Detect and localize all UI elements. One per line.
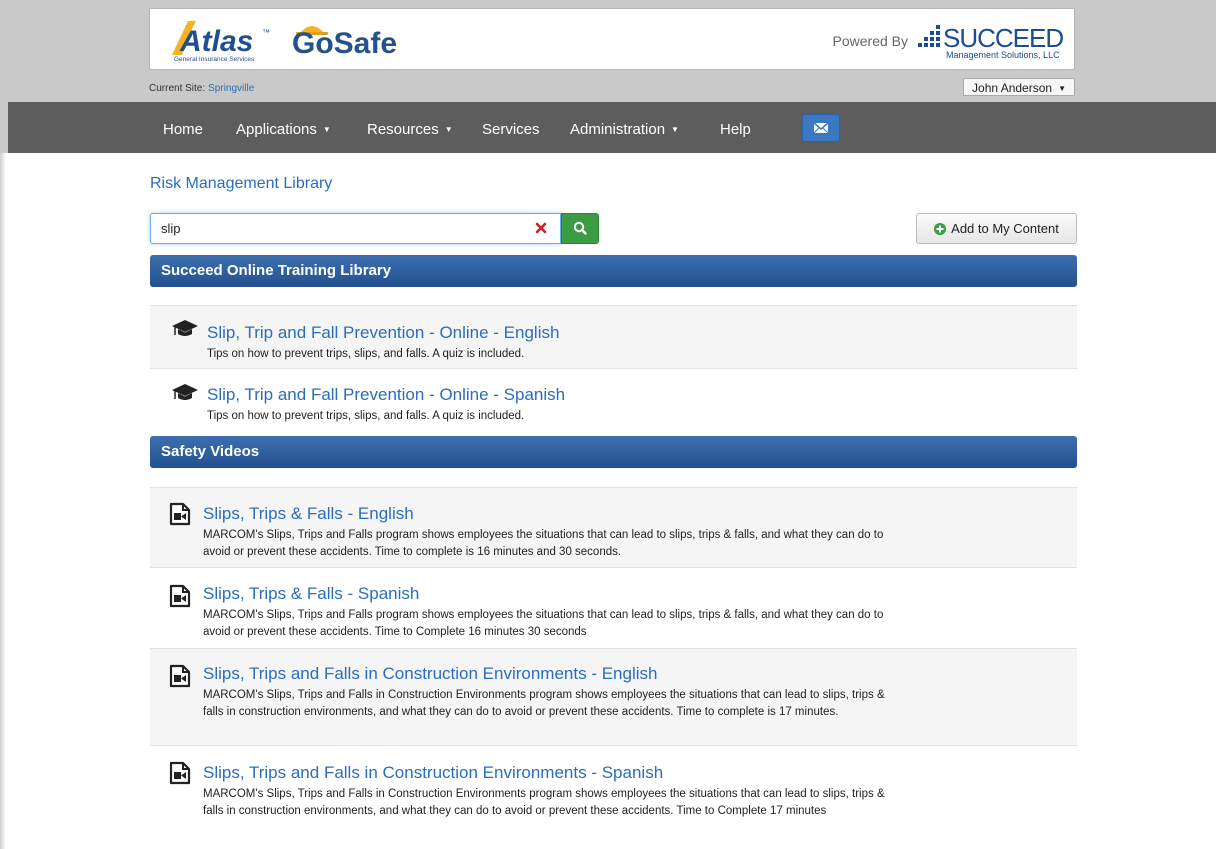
nav-services[interactable]: Services xyxy=(482,102,540,153)
page-title: Risk Management Library xyxy=(150,175,333,192)
graduation-cap-icon xyxy=(172,320,198,336)
result-description: MARCOM's Slips, Trips and Falls in Const… xyxy=(203,689,885,718)
list-item: Slips, Trips and Falls in Construction E… xyxy=(150,745,1077,849)
search-bar xyxy=(150,213,600,244)
list-item: Slip, Trip and Fall Prevention - Online … xyxy=(150,368,1077,431)
left-edge-shadow xyxy=(0,153,6,849)
atlas-logo-word: Atlas xyxy=(179,25,253,58)
list-item: Slip, Trip and Fall Prevention - Online … xyxy=(150,305,1077,368)
result-description: MARCOM's Slips, Trips and Falls program … xyxy=(203,609,884,638)
clear-search-icon[interactable] xyxy=(535,222,547,234)
user-name: John Anderson xyxy=(972,81,1053,95)
result-title-link[interactable]: Slips, Trips and Falls in Construction E… xyxy=(203,664,657,684)
nav-help[interactable]: Help xyxy=(720,102,751,153)
search-input[interactable] xyxy=(150,213,561,244)
result-title-link[interactable]: Slips, Trips and Falls in Construction E… xyxy=(203,763,663,783)
envelope-icon xyxy=(813,122,829,134)
result-description: MARCOM's Slips, Trips and Falls program … xyxy=(203,529,884,558)
search-icon xyxy=(573,221,587,235)
atlas-logo-subtitle: General Insurance Services xyxy=(174,56,255,63)
result-title-link[interactable]: Slips, Trips & Falls - Spanish xyxy=(203,584,419,604)
chevron-down-icon: ▼ xyxy=(322,125,331,134)
succeed-logo: SUCCEED Management Solutions, LLC xyxy=(918,23,1064,60)
video-file-icon xyxy=(169,584,191,608)
powered-by-block: Powered By SUCCEED Management Solutions,… xyxy=(833,21,1066,61)
header-logo-bar: Atlas ™ General Insurance Services GoSaf… xyxy=(149,8,1075,70)
chevron-down-icon: ▼ xyxy=(1058,84,1066,93)
gosafe-logo-word: GoSafe xyxy=(292,27,397,59)
video-file-icon xyxy=(169,664,191,688)
list-item: Slips, Trips & Falls - Spanish MARCOM's … xyxy=(150,567,1077,647)
mail-button[interactable] xyxy=(802,114,840,142)
result-title-link[interactable]: Slip, Trip and Fall Prevention - Online … xyxy=(207,385,565,405)
list-item: Slips, Trips and Falls in Construction E… xyxy=(150,648,1077,745)
result-title-link[interactable]: Slips, Trips & Falls - English xyxy=(203,504,414,524)
video-file-icon xyxy=(169,761,191,785)
nav-resources[interactable]: Resources ▼ xyxy=(367,102,453,153)
nav-home[interactable]: Home xyxy=(163,102,203,153)
add-to-my-content-button[interactable]: Add to My Content xyxy=(916,213,1077,244)
user-menu-button[interactable]: John Anderson ▼ xyxy=(963,78,1075,96)
gosafe-logo: GoSafe xyxy=(292,26,397,59)
section-header-online-training: Succeed Online Training Library xyxy=(150,255,1077,287)
succeed-dots-icon xyxy=(918,25,940,47)
atlas-logo[interactable]: Atlas ™ General Insurance Services xyxy=(170,17,270,63)
current-site-link[interactable]: Springville xyxy=(208,83,254,94)
result-description: Tips on how to prevent trips, slips, and… xyxy=(207,348,525,360)
section-header-safety-videos: Safety Videos xyxy=(150,436,1077,468)
nav-applications[interactable]: Applications ▼ xyxy=(236,102,331,153)
add-to-my-content-label: Add to My Content xyxy=(951,221,1059,236)
main-navbar: Home Applications ▼ Resources ▼ Services A… xyxy=(8,102,1216,153)
list-item: Slips, Trips & Falls - English MARCOM's … xyxy=(150,487,1077,567)
result-title-link[interactable]: Slip, Trip and Fall Prevention - Online … xyxy=(207,323,559,343)
result-description: MARCOM's Slips, Trips and Falls in Const… xyxy=(203,788,885,817)
result-description: Tips on how to prevent trips, slips, and… xyxy=(207,410,525,422)
current-site-bar: Current Site: Springville John Anderson ▼ xyxy=(149,78,1075,98)
chevron-down-icon: ▼ xyxy=(444,125,453,134)
graduation-cap-icon xyxy=(172,384,198,400)
succeed-logo-word: SUCCEED xyxy=(943,23,1063,53)
succeed-logo-subtitle: Management Solutions, LLC xyxy=(946,50,1060,60)
nav-administration[interactable]: Administration ▼ xyxy=(570,102,679,153)
powered-by-label: Powered By xyxy=(832,33,908,49)
chevron-down-icon: ▼ xyxy=(671,125,679,134)
search-button[interactable] xyxy=(561,213,599,244)
atlas-logo-tm: ™ xyxy=(262,28,270,37)
current-site-label: Current Site: Springville xyxy=(149,83,255,94)
plus-circle-icon xyxy=(934,222,947,235)
video-file-icon xyxy=(169,502,191,526)
